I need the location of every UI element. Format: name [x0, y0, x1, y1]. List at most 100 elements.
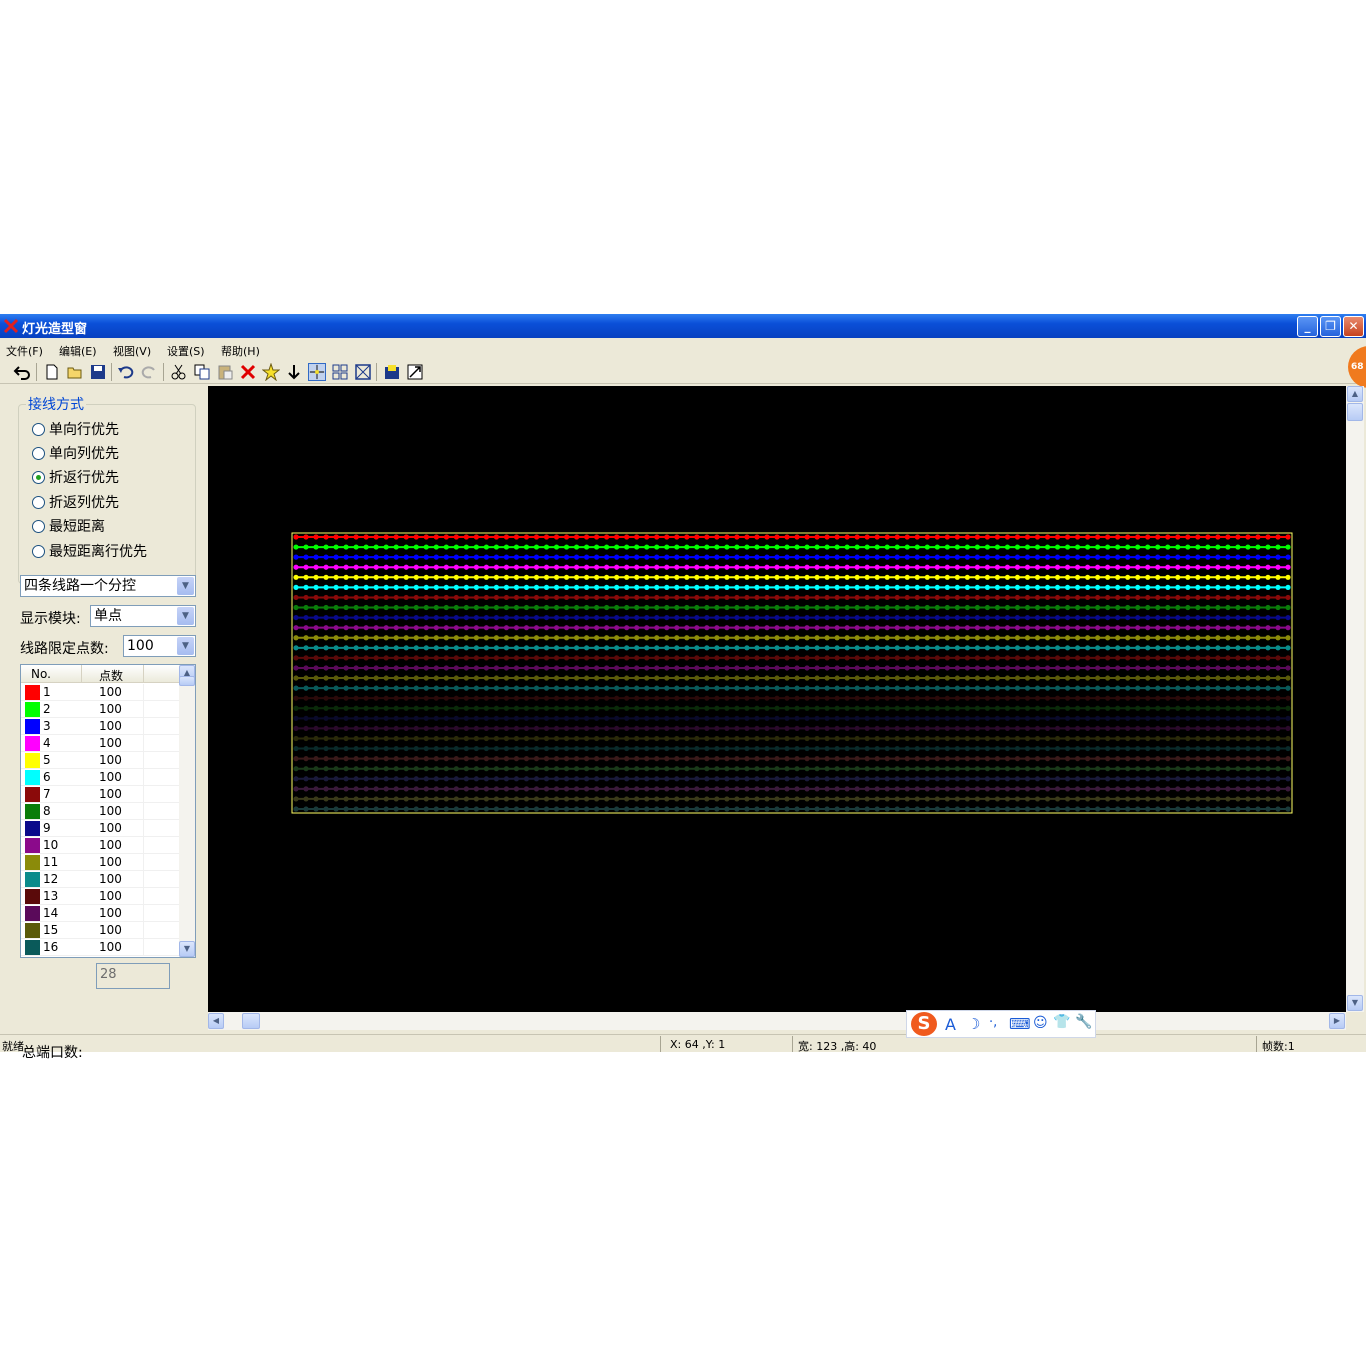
ime-letter-icon[interactable]: A: [945, 1015, 956, 1034]
drawing-canvas[interactable]: [208, 386, 1346, 1012]
led-dot: [1235, 675, 1241, 681]
radio-wiring-option[interactable]: 最短距离行优先: [32, 542, 147, 562]
menu-edit[interactable]: 编辑(E): [59, 343, 97, 359]
table-row[interactable]: 5 100: [21, 752, 179, 769]
line-limit-select[interactable]: 100 ▼: [123, 635, 196, 657]
table-row[interactable]: 8 100: [21, 803, 179, 820]
menu-file[interactable]: 文件(F): [6, 343, 43, 359]
table-row[interactable]: 6 100: [21, 769, 179, 786]
new-file-icon[interactable]: [43, 363, 61, 381]
led-dot: [604, 725, 610, 732]
led-dot: [1024, 625, 1031, 631]
star-icon[interactable]: [262, 363, 280, 381]
radio-wiring-option[interactable]: 折返行优先: [32, 468, 119, 488]
menu-view[interactable]: 视图(V): [113, 343, 151, 359]
keyboard-icon[interactable]: ⌨: [1009, 1015, 1031, 1033]
table-row[interactable]: 9 100: [21, 820, 179, 837]
led-dot: [1205, 776, 1211, 782]
led-dot: [854, 756, 860, 762]
table-scrollbar[interactable]: ▲ ▼: [179, 665, 195, 957]
save-icon[interactable]: [89, 363, 107, 381]
led-dot: [804, 725, 810, 732]
led-dot: [543, 645, 550, 651]
scroll-left-icon[interactable]: ◀: [208, 1013, 224, 1029]
table-row[interactable]: 15 100: [21, 922, 179, 939]
crosshair-icon[interactable]: [308, 363, 326, 381]
scroll-down-icon[interactable]: ▼: [179, 941, 195, 957]
table-row[interactable]: 7 100: [21, 786, 179, 803]
chevron-down-icon[interactable]: ▼: [177, 577, 194, 595]
table-row[interactable]: 14 100: [21, 905, 179, 922]
undo-arrow-icon[interactable]: [117, 363, 135, 381]
scroll-thumb[interactable]: [179, 676, 195, 686]
scroll-up-icon[interactable]: ▲: [1347, 386, 1363, 402]
ime-moon-icon[interactable]: ☽: [967, 1015, 980, 1033]
led-dot: [313, 675, 319, 681]
led-dot: [413, 574, 419, 580]
table-row[interactable]: 3 100: [21, 718, 179, 735]
led-dot: [794, 806, 800, 812]
menu-help[interactable]: 帮助(H): [221, 343, 260, 359]
ime-punct-icon[interactable]: ·,: [989, 1015, 997, 1030]
table-row[interactable]: 4 100: [21, 735, 179, 752]
user-icon[interactable]: ☺: [1033, 1015, 1048, 1031]
table-row[interactable]: 1 100: [21, 684, 179, 701]
close-button[interactable]: ✕: [1343, 316, 1364, 337]
scroll-right-icon[interactable]: ▶: [1329, 1013, 1345, 1029]
table-row[interactable]: 11 100: [21, 854, 179, 871]
open-folder-icon[interactable]: [66, 363, 84, 381]
chevron-down-icon[interactable]: ▼: [177, 607, 194, 625]
led-dot: [674, 745, 680, 752]
radio-wiring-option[interactable]: 最短距离: [32, 517, 105, 537]
chevron-down-icon[interactable]: ▼: [177, 637, 194, 655]
scroll-thumb[interactable]: [242, 1013, 260, 1029]
led-dot: [704, 625, 710, 631]
menu-settings[interactable]: 设置(S): [167, 343, 205, 359]
undo-icon[interactable]: [13, 363, 31, 381]
control-mode-select[interactable]: 四条线路一个分控 ▼: [20, 575, 196, 597]
export-icon[interactable]: [406, 363, 424, 381]
table-row[interactable]: 16 100: [21, 939, 179, 956]
ime-logo-icon[interactable]: S: [911, 1012, 937, 1036]
ports-table[interactable]: No. 点数 1 100 2 100 3 100 4 100 5 100 6 100 7 100 8 100 9…: [20, 664, 196, 958]
column-header-no[interactable]: No.: [31, 667, 51, 681]
led-dot: [573, 766, 580, 772]
led-dot: [383, 776, 389, 782]
copy-icon[interactable]: [193, 363, 211, 381]
ime-toolbar[interactable]: S A ☽ ·, ⌨ ☺ 👕 🔧: [906, 1010, 1096, 1038]
wrench-icon[interactable]: 🔧: [1075, 1014, 1092, 1030]
display-module-select[interactable]: 单点 ▼: [90, 605, 196, 627]
canvas-vertical-scrollbar[interactable]: ▲ ▼: [1346, 386, 1364, 1012]
scroll-thumb[interactable]: [1347, 403, 1363, 421]
led-dot: [1225, 685, 1231, 691]
table-row[interactable]: 2 100: [21, 701, 179, 718]
delete-icon[interactable]: [239, 363, 257, 381]
save-disk-icon[interactable]: [383, 363, 401, 381]
grid-icon[interactable]: [331, 363, 349, 381]
port-count: 100: [99, 838, 122, 852]
restore-button[interactable]: ❐: [1320, 316, 1341, 337]
led-dot: [1205, 574, 1211, 580]
led-dot: [1185, 645, 1191, 651]
box-icon[interactable]: [354, 363, 372, 381]
table-row[interactable]: 12 100: [21, 871, 179, 888]
paste-icon[interactable]: [216, 363, 234, 381]
scroll-down-icon[interactable]: ▼: [1347, 995, 1363, 1011]
cut-icon[interactable]: [170, 363, 188, 381]
title-bar[interactable]: 灯光造型窗 _ ❐ ✕: [0, 314, 1366, 338]
radio-wiring-option[interactable]: 单向列优先: [32, 444, 119, 464]
shirt-icon[interactable]: 👕: [1053, 1014, 1070, 1030]
led-dot: [874, 796, 880, 802]
redo-arrow-icon[interactable]: [140, 363, 158, 381]
minimize-button[interactable]: _: [1297, 316, 1318, 337]
column-header-count[interactable]: 点数: [99, 667, 123, 684]
down-arrow-icon[interactable]: [285, 363, 303, 381]
radio-wiring-option[interactable]: 折返列优先: [32, 493, 119, 513]
led-grid[interactable]: [208, 386, 1346, 1012]
led-dot: [333, 675, 339, 681]
canvas-horizontal-scrollbar[interactable]: ◀ ▶: [208, 1012, 1346, 1030]
radio-wiring-option[interactable]: 单向行优先: [32, 420, 119, 440]
table-row[interactable]: 13 100: [21, 888, 179, 905]
led-dot: [1245, 735, 1251, 742]
table-row[interactable]: 10 100: [21, 837, 179, 854]
